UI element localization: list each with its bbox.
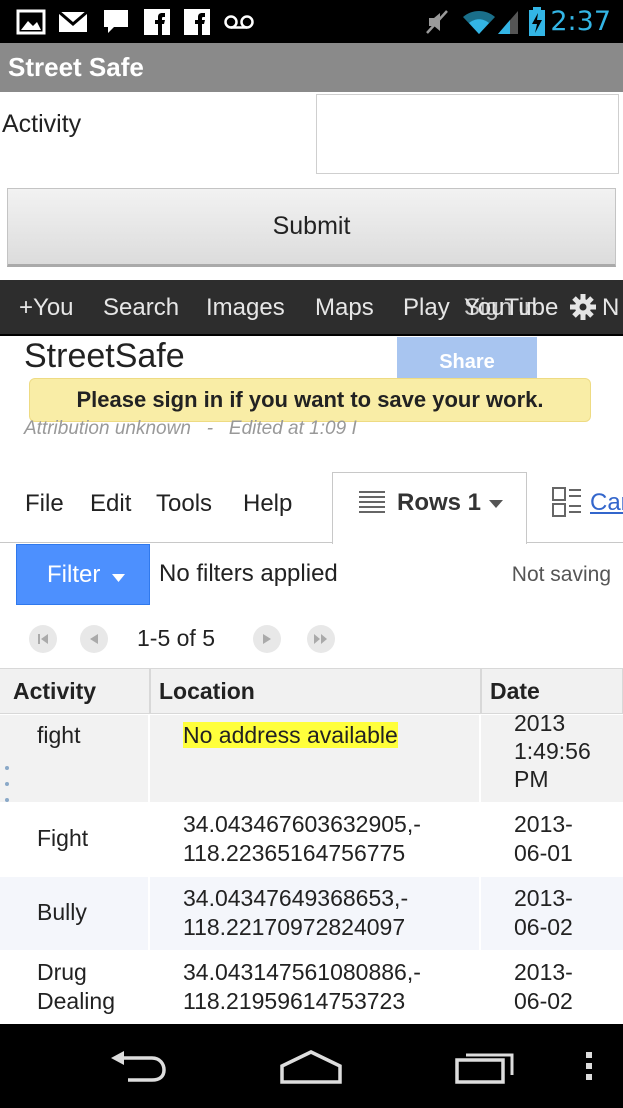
google-bar-sign-in[interactable]: Sign in <box>464 294 537 322</box>
next-page-icon[interactable] <box>253 625 281 653</box>
home-icon[interactable] <box>278 1046 344 1086</box>
gmail-icon <box>58 9 88 35</box>
clock: 2:37 <box>550 6 611 37</box>
google-bar-plus-you[interactable]: +You <box>19 294 74 322</box>
google-bar-images[interactable]: Images <box>206 294 285 322</box>
chevron-down-icon[interactable] <box>489 495 503 513</box>
attribution-text: Attribution unknown <box>24 418 191 439</box>
edited-time: Edited at 1:09 I <box>228 418 357 439</box>
column-header-activity[interactable]: Activity <box>0 668 150 714</box>
google-bar-overflow[interactable]: N <box>602 294 619 322</box>
last-page-icon[interactable] <box>307 625 335 653</box>
google-bar-search[interactable]: Search <box>103 294 179 322</box>
voicemail-icon <box>224 9 254 35</box>
filter-status: No filters applied <box>159 560 338 587</box>
chevron-down-icon <box>112 561 126 589</box>
tab-cards[interactable]: Car <box>590 489 623 517</box>
menu-bar: File Edit Tools Help Rows 1 Car <box>0 472 623 544</box>
menu-edit[interactable]: Edit <box>90 490 131 518</box>
cell-date: 2013- 06-02 <box>514 959 573 1014</box>
gallery-icon <box>16 9 46 35</box>
status-bar: 2:37 <box>0 0 623 43</box>
battery-charging-icon <box>528 7 546 36</box>
chat-icon <box>102 9 130 35</box>
filter-button[interactable]: Filter <box>16 544 150 605</box>
sign-in-banner: Please sign in if you want to save your … <box>29 378 591 422</box>
column-divider <box>479 715 481 1024</box>
signal-icon <box>496 9 520 35</box>
pager-text: 1-5 of 5 <box>137 625 215 651</box>
facebook-icon <box>184 9 210 35</box>
attribution-separator: - <box>206 418 214 439</box>
back-icon[interactable] <box>108 1046 168 1086</box>
submit-button[interactable]: Submit <box>7 188 616 267</box>
menu-help[interactable]: Help <box>243 490 292 518</box>
tab-rows-label: Rows 1 <box>397 489 482 516</box>
cell-location: 34.043467603632905,- 118.22365164756775 <box>183 811 421 866</box>
activity-label: Activity <box>2 110 82 138</box>
saving-status: Not saving <box>511 563 611 586</box>
drag-handle-icon[interactable] <box>3 764 11 809</box>
google-bar-play[interactable]: Play <box>403 294 450 322</box>
activity-input[interactable] <box>316 94 619 174</box>
action-bar: Street Safe <box>0 43 623 92</box>
cell-date: 2013- 06-02 <box>514 885 573 940</box>
column-header-date[interactable]: Date <box>481 668 623 714</box>
cell-date: 2013 1:49:56 PM <box>514 710 591 792</box>
menu-file[interactable]: File <box>25 490 64 518</box>
previous-page-icon[interactable] <box>80 625 108 653</box>
rows-icon <box>358 488 386 521</box>
cell-date: 2013- 06-01 <box>514 811 573 866</box>
column-header-location[interactable]: Location <box>150 668 481 714</box>
app-title: Street Safe <box>8 52 144 82</box>
cell-activity: Drug Dealing <box>37 959 115 1014</box>
navigation-bar <box>0 1024 623 1108</box>
cell-location: 34.043147561080886,- 118.21959614753723 <box>183 959 421 1014</box>
wifi-icon <box>462 9 496 35</box>
column-divider <box>148 715 150 1024</box>
mute-icon <box>425 9 449 35</box>
google-bar-maps[interactable]: Maps <box>315 294 374 322</box>
filter-button-label: Filter <box>47 560 101 588</box>
document-title: StreetSafe <box>24 337 185 375</box>
attribution-line: Attribution unknown - Edited at 1:09 I <box>24 418 357 440</box>
facebook-icon <box>144 9 170 35</box>
cell-activity: Fight <box>37 825 89 851</box>
cards-icon[interactable] <box>552 486 582 523</box>
cell-location: 34.04347649368653,- 118.22170972824097 <box>183 885 409 940</box>
gear-icon[interactable] <box>568 294 598 320</box>
cell-activity: Bully <box>37 899 87 925</box>
first-page-icon[interactable] <box>29 625 57 653</box>
cell-activity: fight <box>37 722 81 748</box>
menu-tools[interactable]: Tools <box>156 490 212 518</box>
cell-location: No address available <box>183 722 398 748</box>
data-table: Activity Location Date fight No address … <box>0 668 623 1024</box>
google-bar: +You Search Images Maps Play YouTube Sig… <box>0 280 623 336</box>
menu-icon[interactable] <box>582 1046 596 1086</box>
recent-apps-icon[interactable] <box>454 1046 516 1086</box>
tab-rows[interactable]: Rows 1 <box>332 472 527 544</box>
